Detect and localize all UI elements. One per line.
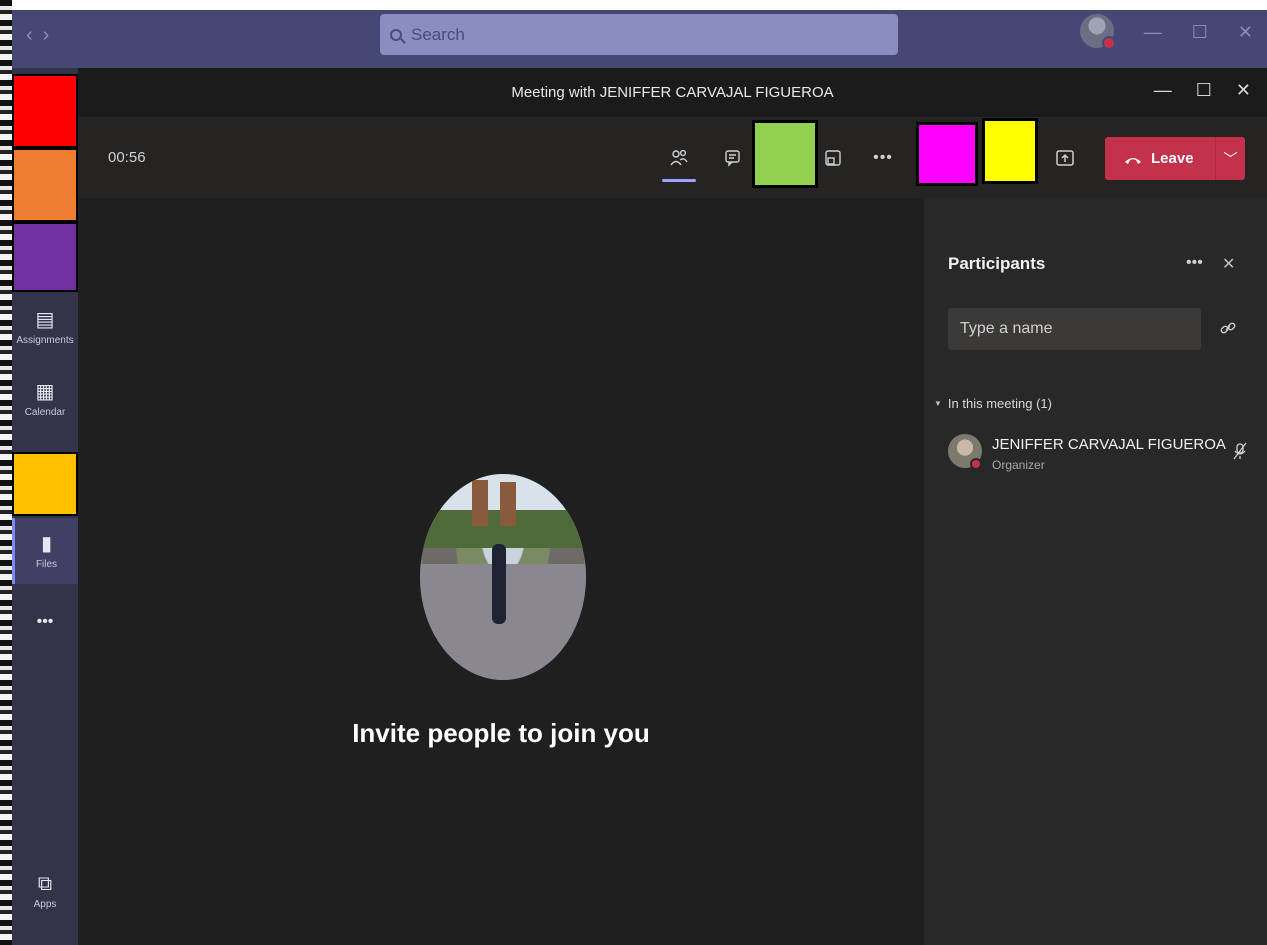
- forward-icon[interactable]: ›: [43, 24, 60, 46]
- sidebar-item-calendar[interactable]: ▦ Calendar: [12, 366, 78, 432]
- sidebar-item-apps[interactable]: ⧉ Apps: [12, 858, 78, 924]
- close-icon[interactable]: ✕: [1238, 22, 1253, 43]
- rooms-icon: [825, 150, 841, 166]
- meeting-stage: Invite people to join you: [78, 198, 924, 945]
- chevron-down-icon[interactable]: ﹀: [1215, 137, 1245, 180]
- participant-row[interactable]: JENIFFER CARVAJAL FIGUEROA Organizer: [948, 434, 1248, 478]
- color-block-orange: [12, 148, 78, 222]
- edge-pattern: [0, 0, 12, 945]
- close-icon[interactable]: ✕: [1236, 80, 1251, 101]
- files-icon: ▮: [40, 532, 52, 555]
- search-icon: [390, 28, 402, 41]
- sidebar-item-assignments[interactable]: ▤ Assignments: [12, 294, 78, 360]
- photo-tower: [472, 480, 488, 526]
- sidebar-item-more[interactable]: •••: [12, 592, 78, 652]
- participants-panel: Participants ••• ✕ ▼ In this meeting (1)…: [924, 198, 1267, 945]
- apps-icon: ⧉: [37, 872, 53, 895]
- sidebar-item-label: Apps: [33, 898, 57, 910]
- teams-window: ‹› Search — ☐ ✕ ▤ Assignments ▦ Calendar…: [0, 0, 1267, 945]
- mic-muted-icon[interactable]: [1232, 442, 1248, 465]
- back-icon[interactable]: ‹: [26, 24, 43, 46]
- maximize-icon[interactable]: ☐: [1196, 80, 1212, 101]
- chevron-down-icon: ▼: [934, 399, 942, 408]
- more-actions-button[interactable]: •••: [866, 140, 900, 176]
- share-link-icon[interactable]: [1220, 320, 1236, 341]
- search-placeholder: Search: [411, 24, 465, 44]
- toolbar-color-block-green: [752, 120, 818, 188]
- participant-search-input[interactable]: [948, 308, 1201, 350]
- share-button[interactable]: [1048, 140, 1082, 176]
- participant-photo: [420, 474, 586, 680]
- nav-arrows: ‹›: [26, 24, 59, 47]
- photo-person: [492, 544, 506, 624]
- toolbar-color-block-magenta: [916, 122, 978, 186]
- participant-name: JENIFFER CARVAJAL FIGUEROA: [992, 436, 1226, 453]
- show-participants-button[interactable]: [662, 140, 696, 182]
- meeting-toolbar: 00:56 ••• Leave ﹀: [78, 118, 1267, 198]
- sidebar-item-label: Files: [35, 558, 58, 570]
- panel-title: Participants: [948, 254, 1046, 273]
- chat-button[interactable]: [716, 140, 750, 176]
- sidebar-item-label: Assignments: [16, 334, 74, 346]
- status-busy-icon: [970, 458, 982, 470]
- hang-up-icon: [1125, 157, 1141, 164]
- section-label: In this meeting (1): [947, 396, 1052, 411]
- search-box[interactable]: Search: [380, 14, 898, 55]
- photo-tower: [500, 482, 516, 526]
- app-title-bar: ‹› Search — ☐ ✕: [12, 10, 1267, 68]
- more-apps-icon: •••: [36, 613, 54, 630]
- mic-off-icon: [1233, 442, 1247, 460]
- minimize-icon[interactable]: —: [1154, 80, 1172, 101]
- participant-role: Organizer: [992, 458, 1045, 472]
- color-block-purple: [12, 222, 78, 292]
- meeting-window: Meeting with JENIFFER CARVAJAL FIGUEROA …: [78, 68, 1267, 945]
- maximize-icon[interactable]: ☐: [1192, 22, 1208, 43]
- meeting-timer: 00:56: [108, 149, 146, 166]
- color-block-amber: [12, 452, 78, 516]
- in-meeting-section[interactable]: ▼ In this meeting (1): [934, 396, 1052, 411]
- minimize-icon[interactable]: —: [1144, 22, 1162, 43]
- app-sidebar: ▤ Assignments ▦ Calendar ▮ Files ••• ⧉ A…: [12, 68, 78, 945]
- meeting-title-bar: Meeting with JENIFFER CARVAJAL FIGUEROA …: [78, 68, 1267, 118]
- sidebar-item-label: Calendar: [24, 406, 66, 418]
- sidebar-item-files[interactable]: ▮ Files: [12, 518, 78, 584]
- meeting-title: Meeting with JENIFFER CARVAJAL FIGUEROA: [511, 84, 834, 101]
- leave-main[interactable]: Leave: [1105, 150, 1215, 167]
- invite-message: Invite people to join you: [352, 718, 650, 748]
- share-screen-icon: [1056, 150, 1074, 166]
- color-block-red: [12, 74, 78, 148]
- breakout-button[interactable]: [816, 140, 850, 176]
- close-icon[interactable]: ✕: [1222, 254, 1235, 274]
- more-icon[interactable]: •••: [1186, 254, 1203, 272]
- profile-avatar[interactable]: [1080, 14, 1116, 50]
- leave-label: Leave: [1151, 150, 1194, 167]
- assignments-icon: ▤: [35, 308, 55, 331]
- app-window-controls: — ☐ ✕: [1144, 22, 1253, 43]
- calendar-icon: ▦: [35, 380, 55, 403]
- chat-icon: [725, 150, 740, 167]
- toolbar-color-block-yellow: [982, 118, 1038, 184]
- leave-button[interactable]: Leave ﹀: [1105, 137, 1245, 180]
- participants-icon: [670, 149, 688, 166]
- more-icon: •••: [873, 149, 893, 166]
- link-icon: [1220, 322, 1236, 334]
- meeting-window-controls: — ☐ ✕: [1154, 80, 1251, 101]
